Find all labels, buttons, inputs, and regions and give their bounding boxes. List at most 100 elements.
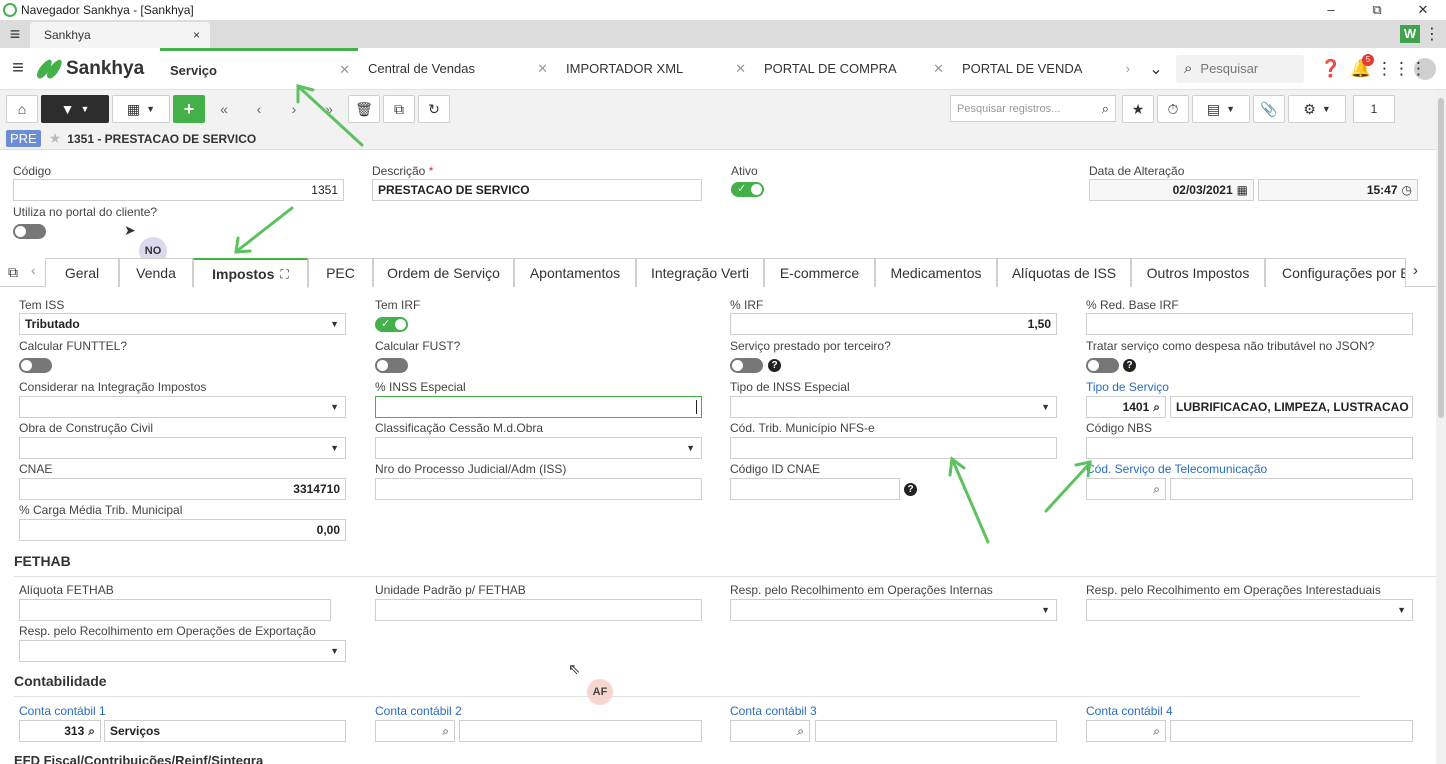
records-search-input[interactable]: Pesquisar registros... ⌕ bbox=[950, 95, 1116, 122]
prev-record-button[interactable]: ‹ bbox=[243, 95, 275, 123]
sankhya-logo[interactable]: Sankhya bbox=[34, 56, 160, 81]
tabs-scroll-left-icon[interactable]: ‹ bbox=[31, 262, 36, 278]
delete-button[interactable]: 🗑 bbox=[348, 95, 380, 123]
help-icon[interactable]: ❓ bbox=[1316, 59, 1346, 79]
portal-cliente-toggle[interactable] bbox=[13, 224, 46, 239]
fust-toggle[interactable] bbox=[375, 358, 408, 373]
page-scrollbar[interactable] bbox=[1436, 90, 1446, 764]
close-window-button[interactable]: ✕ bbox=[1400, 0, 1446, 20]
apps-grid-icon[interactable]: ⋮⋮⋮ bbox=[1376, 59, 1427, 79]
resp-interestaduais-select[interactable]: ▼ bbox=[1086, 599, 1413, 621]
browser-tab-close-icon[interactable]: × bbox=[193, 28, 200, 42]
inss-especial-field[interactable] bbox=[375, 396, 702, 418]
obra-construcao-select[interactable]: ▼ bbox=[19, 437, 346, 459]
tab-apontamentos[interactable]: Apontamentos bbox=[514, 258, 636, 287]
red-base-irf-field[interactable] bbox=[1086, 313, 1413, 335]
conta3-desc-field[interactable] bbox=[815, 720, 1057, 742]
close-tab-icon[interactable]: ✕ bbox=[339, 62, 350, 78]
considerar-integracao-select[interactable]: ▼ bbox=[19, 396, 346, 418]
servico-terceiro-toggle[interactable] bbox=[730, 358, 763, 373]
browser-menu-icon[interactable]: ≡ bbox=[0, 20, 30, 48]
conta4-label[interactable]: Conta contábil 4 bbox=[1086, 704, 1173, 718]
close-tab-icon[interactable]: ✕ bbox=[933, 61, 944, 77]
maximize-button[interactable]: ⧉ bbox=[1354, 0, 1400, 20]
report-button[interactable]: ▤ ▼ bbox=[1192, 95, 1250, 123]
tab-outros-impostos[interactable]: Outros Impostos bbox=[1131, 258, 1265, 287]
telecom-label[interactable]: Cód. Serviço de Telecomunicação bbox=[1086, 462, 1267, 476]
app-tab-central-vendas[interactable]: Central de Vendas ✕ bbox=[358, 48, 556, 90]
codigo-id-cnae-field[interactable] bbox=[730, 478, 900, 500]
add-record-button[interactable]: + bbox=[173, 95, 205, 123]
calendar-icon[interactable]: ▦ bbox=[1237, 183, 1248, 197]
tipo-servico-desc-field[interactable]: LUBRIFICACAO, LIMPEZA, LUSTRACAO bbox=[1170, 396, 1413, 418]
conta3-label[interactable]: Conta contábil 3 bbox=[730, 704, 817, 718]
cessao-mdobra-select[interactable]: ▼ bbox=[375, 437, 702, 459]
conta2-label[interactable]: Conta contábil 2 bbox=[375, 704, 462, 718]
filter-button[interactable]: ▼ ▼ bbox=[41, 95, 109, 123]
expand-icon[interactable]: ⛶ bbox=[280, 267, 288, 282]
tab-venda[interactable]: Venda bbox=[119, 258, 193, 287]
tabs-scroll-right-icon[interactable]: › bbox=[1413, 262, 1418, 279]
home-button[interactable]: ⌂ bbox=[6, 95, 38, 123]
last-record-button[interactable]: » bbox=[313, 95, 345, 123]
minimize-button[interactable]: – bbox=[1308, 0, 1354, 20]
favorite-button[interactable]: ★ bbox=[1122, 95, 1154, 123]
search-icon[interactable]: ⌕ bbox=[1153, 724, 1160, 739]
duplicate-button[interactable]: ⧉ bbox=[383, 95, 415, 123]
tem-irf-toggle[interactable]: ✓ bbox=[375, 317, 408, 332]
conta1-desc-field[interactable]: Serviços bbox=[104, 720, 346, 742]
cod-trib-municipio-field[interactable] bbox=[730, 437, 1057, 459]
help-icon[interactable]: ? bbox=[768, 359, 781, 372]
next-record-button[interactable]: › bbox=[278, 95, 310, 123]
copy-tab-icon[interactable]: ⧉ bbox=[8, 264, 18, 281]
conta2-desc-field[interactable] bbox=[459, 720, 702, 742]
attach-button[interactable]: 📎 bbox=[1253, 95, 1285, 123]
tab-ecommerce[interactable]: E-commerce bbox=[764, 258, 875, 287]
funttel-toggle[interactable] bbox=[19, 358, 52, 373]
tab-integracao-verti[interactable]: Integração Verti bbox=[636, 258, 764, 287]
settings-button[interactable]: ⚙ ▼ bbox=[1288, 95, 1346, 123]
tipo-inss-especial-select[interactable]: ▼ bbox=[730, 396, 1057, 418]
search-icon[interactable]: ⌕ bbox=[1153, 482, 1160, 497]
tab-geral[interactable]: Geral bbox=[45, 258, 119, 287]
close-tab-icon[interactable]: ✕ bbox=[537, 61, 548, 77]
cnae-field[interactable]: 3314710 bbox=[19, 478, 346, 500]
tab-configuracoes[interactable]: Configurações por E bbox=[1265, 258, 1406, 287]
app-tab-portal-venda[interactable]: PORTAL DE VENDA › bbox=[952, 48, 1138, 90]
despesa-json-toggle[interactable] bbox=[1086, 358, 1119, 373]
conta4-desc-field[interactable] bbox=[1170, 720, 1413, 742]
irf-field[interactable]: 1,50 bbox=[730, 313, 1057, 335]
scroll-tabs-right-icon[interactable]: › bbox=[1126, 61, 1130, 76]
help-icon[interactable]: ? bbox=[1123, 359, 1136, 372]
tab-medicamentos[interactable]: Medicamentos bbox=[875, 258, 997, 287]
ativo-toggle[interactable]: ✓ bbox=[731, 182, 764, 197]
app-tab-importador-xml[interactable]: IMPORTADOR XML ✕ bbox=[556, 48, 754, 90]
global-search[interactable]: ⌕ Pesquisar bbox=[1176, 54, 1304, 83]
data-alteracao-field[interactable]: 02/03/2021 ▦ bbox=[1089, 179, 1254, 201]
telecom-desc-field[interactable] bbox=[1170, 478, 1413, 500]
carga-media-field[interactable]: 0,00 bbox=[19, 519, 346, 541]
close-tab-icon[interactable]: ✕ bbox=[735, 61, 746, 77]
tab-pec[interactable]: PEC bbox=[308, 258, 373, 287]
tabs-dropdown-chevron-icon[interactable]: ⌄ bbox=[1138, 59, 1174, 79]
notification-bell-icon[interactable]: 🔔 5 bbox=[1346, 53, 1376, 79]
search-icon[interactable]: ⌕ bbox=[88, 724, 95, 739]
resp-internas-select[interactable]: ▼ bbox=[730, 599, 1057, 621]
tab-aliquotas-iss[interactable]: Alíquotas de ISS bbox=[997, 258, 1131, 287]
telecom-code-field[interactable]: ⌕ bbox=[1086, 478, 1166, 500]
scrollbar-thumb[interactable] bbox=[1438, 98, 1444, 418]
conta2-code-field[interactable]: ⌕ bbox=[375, 720, 455, 742]
conta3-code-field[interactable]: ⌕ bbox=[730, 720, 810, 742]
hora-alteracao-field[interactable]: 15:47 ◷ bbox=[1258, 179, 1418, 201]
page-number[interactable]: 1 bbox=[1353, 95, 1395, 123]
tipo-servico-label[interactable]: Tipo de Serviço bbox=[1086, 380, 1169, 394]
search-icon[interactable]: ⌕ bbox=[1153, 400, 1160, 415]
conta1-code-field[interactable]: 313 ⌕ bbox=[19, 720, 101, 742]
w-extension-icon[interactable]: W bbox=[1400, 25, 1420, 43]
timer-button[interactable]: ⏱ bbox=[1157, 95, 1189, 123]
aliquota-fethab-field[interactable] bbox=[19, 599, 331, 621]
favorite-star-icon[interactable]: ★ bbox=[49, 130, 62, 147]
tipo-servico-code-field[interactable]: 1401 ⌕ bbox=[1086, 396, 1166, 418]
conta4-code-field[interactable]: ⌕ bbox=[1086, 720, 1166, 742]
tab-impostos[interactable]: Impostos ⛶ bbox=[193, 258, 308, 288]
